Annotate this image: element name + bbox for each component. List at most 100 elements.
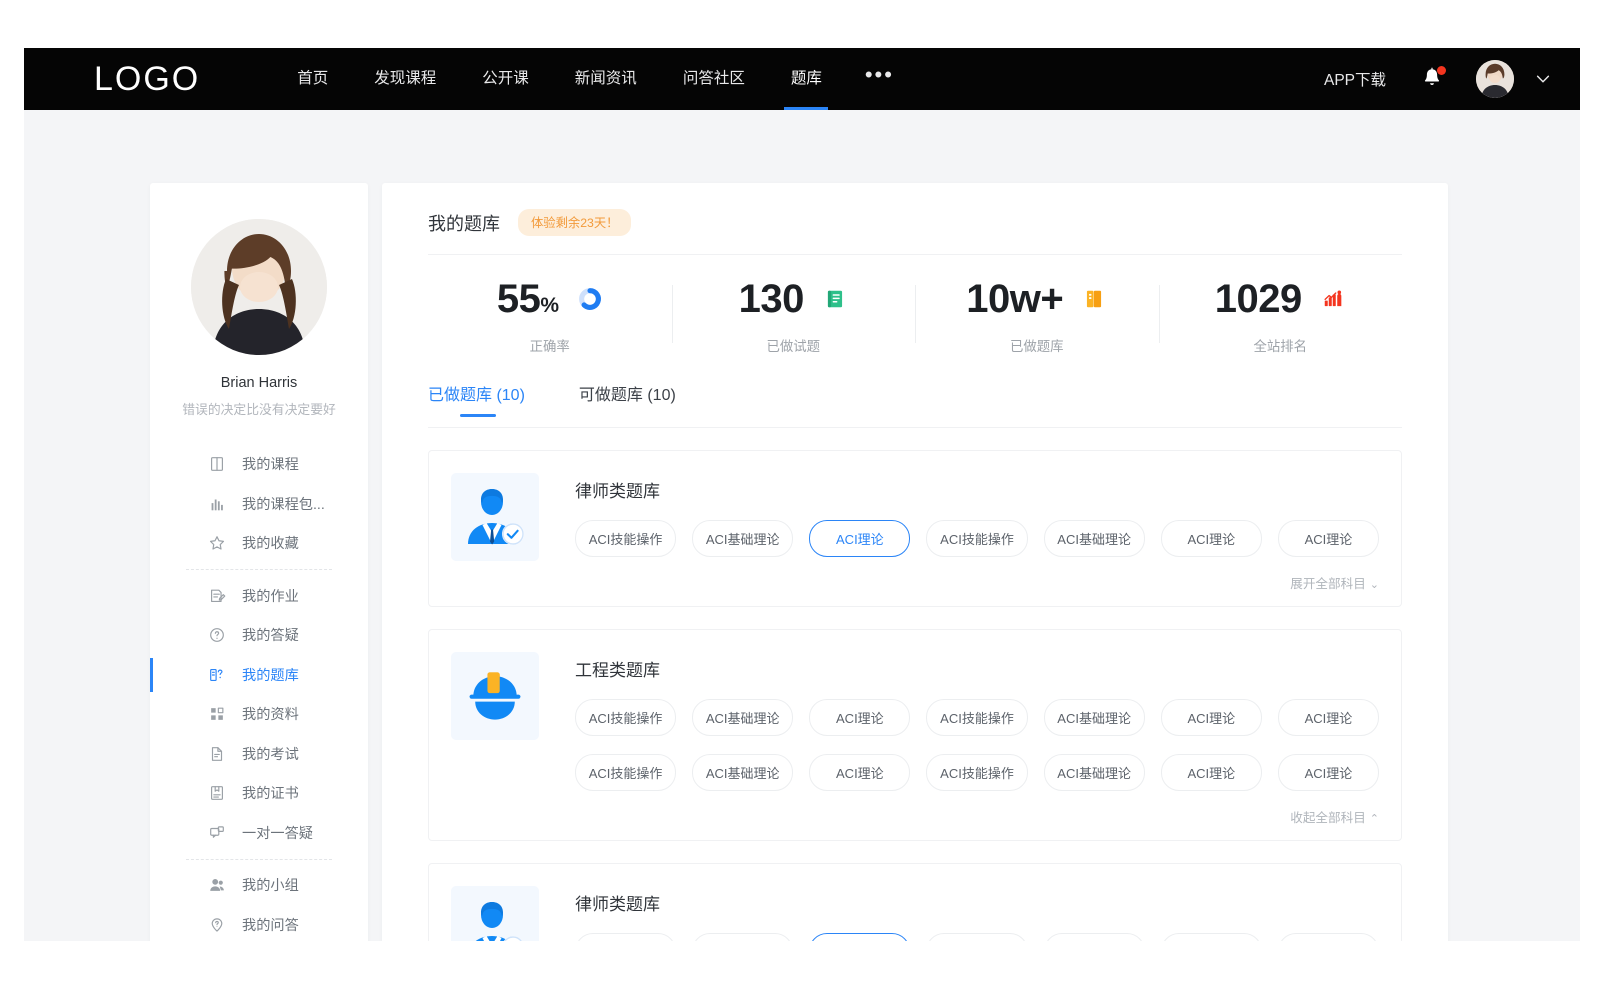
- homework-icon: [208, 587, 226, 605]
- subject-tag[interactable]: ACI基础理论: [1044, 933, 1145, 941]
- profile-motto: 错误的决定比没有决定要好: [150, 402, 368, 419]
- sidebar-item-9[interactable]: 我的证书: [172, 774, 346, 814]
- subject-tag[interactable]: ACI理论: [1161, 754, 1262, 791]
- card-body: 律师类题库ACI技能操作ACI基础理论ACI理论ACI技能操作ACI基础理论AC…: [575, 473, 1379, 592]
- stat-value: 10w+: [966, 279, 1063, 319]
- site-logo[interactable]: LOGO: [94, 60, 200, 99]
- notification-bell-button[interactable]: [1420, 66, 1444, 92]
- stat-unit: %: [540, 294, 558, 317]
- sidebar-item-label: 我的作业: [242, 586, 299, 606]
- engineer-helmet-icon: [451, 652, 539, 740]
- sidebar-item-12[interactable]: 我的问答: [172, 905, 346, 941]
- subject-tag[interactable]: ACI基础理论: [692, 933, 793, 941]
- card-body: 律师类题库ACI技能操作ACI基础理论ACI理论ACI技能操作ACI基础理论AC…: [575, 886, 1379, 941]
- nav-item-6[interactable]: 题库: [768, 48, 845, 110]
- subject-tag[interactable]: ACI技能操作: [926, 754, 1027, 791]
- sidebar-item-5[interactable]: 我的答疑: [172, 616, 346, 656]
- sidebar-item-3[interactable]: 我的收藏: [172, 524, 346, 564]
- sidebar-item-6[interactable]: 我的题库: [172, 655, 346, 695]
- subject-tag[interactable]: ACI基础理论: [1044, 699, 1145, 736]
- subject-tag-row: ACI技能操作 ACI基础理论 ACI理论 ACI技能操作 ACI基础理论 ACI理论 AC…: [575, 520, 1379, 557]
- toggle-all-subjects-link[interactable]: 收起全部科目⌃: [575, 807, 1379, 826]
- tab-bar: 已做题库 (10) 可做题库 (10): [428, 381, 1402, 427]
- stat-number: 10w+: [966, 277, 1063, 321]
- subject-tag[interactable]: ACI理论: [1161, 699, 1262, 736]
- nav-item-2[interactable]: 发现课程: [351, 48, 459, 110]
- subject-tag[interactable]: ACI基础理论: [692, 520, 793, 557]
- book-icon: [208, 455, 226, 473]
- stat-card-2: 130 已做试题: [672, 279, 916, 367]
- subject-tag[interactable]: ACI理论: [1161, 520, 1262, 557]
- subject-tag[interactable]: ACI理论: [809, 699, 910, 736]
- sidebar-item-1[interactable]: 我的课程: [172, 445, 346, 485]
- top-navigation-bar: LOGO 首页发现课程公开课新闻资讯问答社区题库••• APP下载: [24, 48, 1580, 110]
- subject-tag[interactable]: ACI理论: [809, 754, 910, 791]
- sidebar-item-11[interactable]: 我的小组: [172, 866, 346, 906]
- question-bank-card[interactable]: 工程类题库ACI技能操作ACI基础理论ACI理论ACI技能操作ACI基础理论AC…: [428, 629, 1402, 841]
- subject-tag[interactable]: ACI技能操作: [575, 520, 676, 557]
- subject-tag[interactable]: ACI基础理论: [1044, 520, 1145, 557]
- subject-tag[interactable]: ACI技能操作: [926, 699, 1027, 736]
- subject-tag[interactable]: ACI技能操作: [926, 520, 1027, 557]
- app-download-link[interactable]: APP下载: [1324, 68, 1386, 90]
- sidebar-item-2[interactable]: 我的课程包...: [172, 484, 346, 524]
- subject-tag[interactable]: ACI理论: [809, 520, 910, 557]
- top-nav-right-cluster: APP下载: [1324, 48, 1552, 110]
- question-bank-card[interactable]: 律师类题库ACI技能操作ACI基础理论ACI理论ACI技能操作ACI基础理论AC…: [428, 450, 1402, 607]
- subject-tag[interactable]: ACI技能操作: [575, 754, 676, 791]
- stat-number: 130: [739, 277, 804, 321]
- toggle-all-subjects-link[interactable]: 展开全部科目⌄: [575, 573, 1379, 592]
- sidebar-item-7[interactable]: 我的资料: [172, 695, 346, 735]
- sidebar-item-label: 一对一答疑: [242, 823, 313, 843]
- lawyer-avatar-icon: [460, 895, 530, 941]
- subject-tag[interactable]: ACI基础理论: [692, 699, 793, 736]
- nav-item-3[interactable]: 公开课: [459, 48, 552, 110]
- stat-value-row: 55%: [497, 279, 603, 319]
- subject-tag[interactable]: ACI理论: [1278, 699, 1379, 736]
- user-avatar-small[interactable]: [1476, 60, 1514, 98]
- avatar-photo-icon: [1476, 60, 1514, 98]
- stat-value: 130: [739, 279, 804, 319]
- subject-tag[interactable]: ACI理论: [809, 933, 910, 941]
- nav-item-1[interactable]: 首页: [274, 48, 351, 110]
- stat-number: 55: [497, 277, 541, 321]
- sidebar-item-label: 我的课程包...: [242, 494, 325, 514]
- exam-icon: [208, 745, 226, 763]
- lawyer-avatar-icon: [451, 473, 539, 561]
- sidebar-item-10[interactable]: 一对一答疑: [172, 813, 346, 853]
- sidebar-item-8[interactable]: 我的考试: [172, 734, 346, 774]
- subject-tag[interactable]: ACI理论: [1278, 520, 1379, 557]
- stat-card-3: 10w+ 已做题库: [915, 279, 1159, 367]
- materials-icon: [208, 705, 226, 723]
- subject-tag[interactable]: ACI基础理论: [692, 754, 793, 791]
- subject-tag[interactable]: ACI基础理论: [1044, 754, 1145, 791]
- subject-tag[interactable]: ACI技能操作: [575, 933, 676, 941]
- user-avatar-large[interactable]: [191, 219, 327, 355]
- question-bank-card[interactable]: 律师类题库ACI技能操作ACI基础理论ACI理论ACI技能操作ACI基础理论AC…: [428, 863, 1402, 941]
- sidebar-menu-divider: [186, 569, 332, 570]
- subject-tag[interactable]: ACI理论: [1278, 754, 1379, 791]
- toggle-all-subjects-label: 展开全部科目: [1290, 577, 1366, 591]
- subject-tag[interactable]: ACI技能操作: [926, 933, 1027, 941]
- sidebar-item-label: 我的收藏: [242, 533, 299, 553]
- sidebar-item-4[interactable]: 我的作业: [172, 576, 346, 616]
- subject-tag[interactable]: ACI技能操作: [575, 699, 676, 736]
- nav-more-icon[interactable]: •••: [845, 48, 914, 110]
- profile-sidebar: Brian Harris 错误的决定比没有决定要好 我的课程我的课程包...我的…: [150, 183, 368, 941]
- subject-tag[interactable]: ACI理论: [1278, 933, 1379, 941]
- stat-value: 55%: [497, 279, 559, 319]
- user-menu-chevron-down-icon[interactable]: [1534, 70, 1552, 88]
- subject-tag[interactable]: ACI理论: [1161, 933, 1262, 941]
- green-paper-icon: [822, 286, 848, 312]
- main-nav-links: 首页发现课程公开课新闻资讯问答社区题库•••: [274, 48, 914, 110]
- toggle-all-subjects-label: 收起全部科目: [1290, 811, 1366, 825]
- star-icon: [208, 534, 226, 552]
- materials-icon: [208, 705, 226, 723]
- stat-label: 已做试题: [766, 335, 820, 355]
- nav-item-4[interactable]: 新闻资讯: [552, 48, 660, 110]
- tab-2[interactable]: 可做题库 (10): [579, 381, 676, 417]
- tab-1[interactable]: 已做题库 (10): [428, 381, 525, 417]
- one-to-one-icon: [208, 824, 226, 842]
- qa-pin-icon: [208, 916, 226, 934]
- nav-item-5[interactable]: 问答社区: [660, 48, 768, 110]
